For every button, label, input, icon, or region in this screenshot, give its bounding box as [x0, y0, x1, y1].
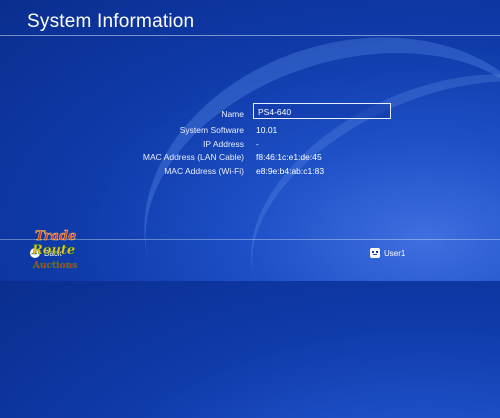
page-title: System Information [27, 11, 195, 32]
mac-lan-label: MAC Address (LAN Cable) [142, 152, 244, 162]
info-row-mac-lan: MAC Address (LAN Cable) f8:46:1c:e1:de:4… [0, 152, 500, 166]
logo-line2: Route [31, 243, 75, 258]
mac-wifi-value: e8:9e:b4:ab:c1:83 [256, 165, 325, 176]
trade-route-auctions-logo: Trade Route Auctions [31, 229, 78, 271]
logo-line3: Auctions [32, 261, 77, 271]
system-info-panel: Name PS4-640 System Software 10.01 IP Ad… [0, 103, 500, 179]
info-row-system-software: System Software 10.01 [0, 125, 500, 139]
user-label: User1 [384, 248, 406, 258]
ip-address-label: IP Address [203, 138, 244, 149]
name-label: Name [221, 109, 244, 119]
info-row-mac-wifi: MAC Address (Wi-Fi) e8:9e:b4:ab:c1:83 [0, 166, 500, 180]
name-field[interactable]: PS4-640 [253, 103, 391, 119]
ip-address-value: - [256, 138, 259, 149]
system-software-value: 10.01 [256, 125, 278, 135]
system-software-label: System Software [179, 125, 244, 135]
user-avatar-icon [370, 248, 380, 258]
user-indicator: User1 [370, 248, 405, 258]
info-row-name: Name PS4-640 [0, 103, 500, 125]
logo-line1: Trade [35, 229, 76, 244]
mac-lan-value: f8:46:1c:e1:de:45 [256, 152, 322, 162]
mac-wifi-label: MAC Address (Wi-Fi) [164, 165, 244, 176]
header-divider [0, 35, 500, 36]
info-row-ip-address: IP Address - [0, 139, 500, 153]
